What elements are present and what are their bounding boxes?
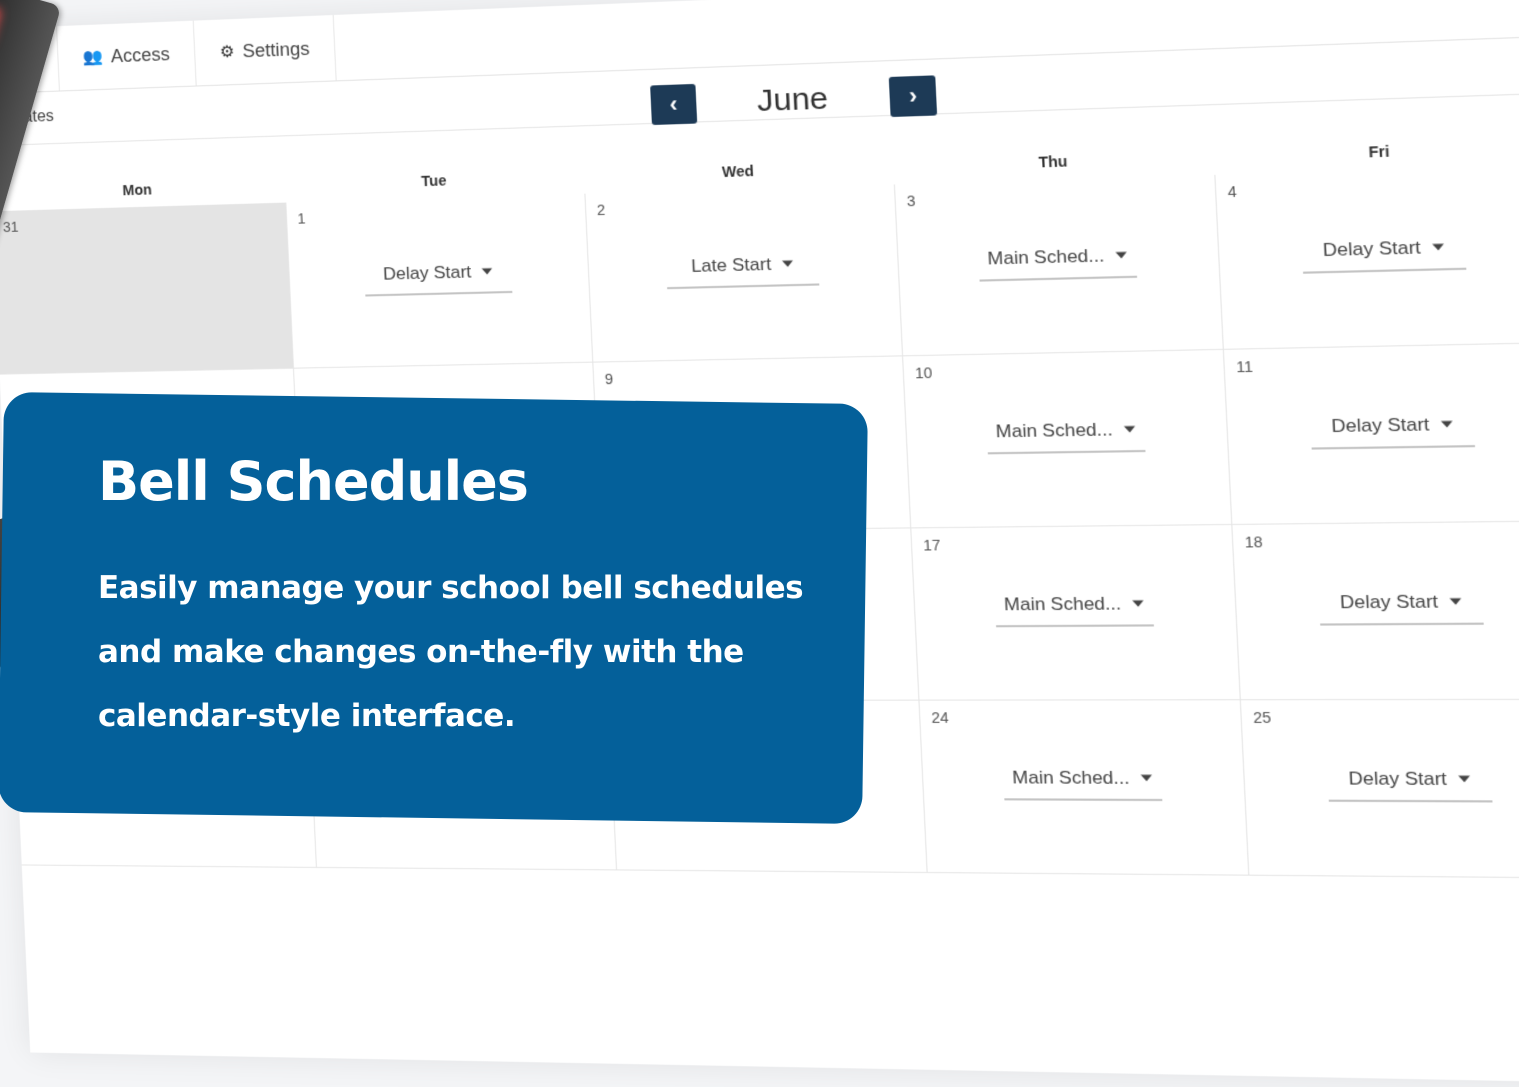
caret-down-icon bbox=[1140, 774, 1153, 782]
chevron-right-icon: › bbox=[908, 82, 918, 110]
schedule-label: Delay Start bbox=[382, 261, 472, 284]
tab-settings-label: Settings bbox=[242, 37, 311, 61]
schedule-dropdown[interactable]: Main Sched... bbox=[986, 418, 1146, 454]
schedule-dropdown[interactable]: Delay Start bbox=[1310, 412, 1476, 450]
calendar-day-cell[interactable]: 25 Delay Start bbox=[1240, 699, 1519, 879]
schedule-dropdown[interactable]: Main Sched... bbox=[994, 592, 1154, 627]
schedule-dropdown[interactable]: Delay Start bbox=[1301, 235, 1467, 274]
day-number: 4 bbox=[1227, 182, 1238, 201]
caret-down-icon bbox=[1123, 426, 1136, 433]
prev-month-button[interactable]: ‹ bbox=[650, 83, 698, 126]
calendar-day-cell[interactable]: 2 Late Start bbox=[585, 184, 904, 363]
schedule-dropdown[interactable]: Delay Start bbox=[1318, 590, 1484, 626]
day-number: 2 bbox=[596, 201, 606, 219]
caret-down-icon bbox=[1115, 251, 1128, 259]
calendar-day-cell[interactable]: 24 Main Sched... bbox=[919, 700, 1250, 876]
tab-settings[interactable]: ⚙ Settings bbox=[193, 14, 338, 86]
day-number: 17 bbox=[922, 536, 941, 554]
schedule-label: Main Sched... bbox=[995, 418, 1114, 442]
schedule-label: Delay Start bbox=[1348, 767, 1448, 789]
caret-down-icon bbox=[781, 260, 794, 268]
calendar-day-cell[interactable]: 18 Delay Start bbox=[1232, 521, 1519, 701]
schedule-label: Main Sched... bbox=[1003, 592, 1122, 614]
schedule-dropdown[interactable]: Main Sched... bbox=[978, 244, 1138, 282]
day-number: 25 bbox=[1252, 708, 1272, 727]
schedule-label: Late Start bbox=[690, 253, 772, 276]
caret-down-icon bbox=[481, 268, 493, 275]
caret-down-icon bbox=[1132, 600, 1144, 607]
schedule-label: Delay Start bbox=[1322, 236, 1422, 260]
schedule-dropdown[interactable]: Delay Start bbox=[1327, 767, 1493, 802]
schedule-dropdown[interactable]: Delay Start bbox=[363, 260, 513, 297]
users-icon: 👥 bbox=[82, 48, 104, 67]
status-light bbox=[0, 4, 2, 45]
schedule-label: Delay Start bbox=[1339, 590, 1439, 612]
calendar-day-cell[interactable]: 3 Main Sched... bbox=[894, 174, 1224, 357]
calendar-day-cell[interactable]: 10 Main Sched... bbox=[903, 349, 1233, 529]
gears-icon: ⚙ bbox=[219, 43, 235, 62]
schedule-dropdown[interactable]: Main Sched... bbox=[1002, 766, 1163, 801]
day-number: 11 bbox=[1235, 357, 1254, 376]
calendar-day-cell[interactable]: 11 Delay Start bbox=[1223, 343, 1519, 525]
schedule-label: Delay Start bbox=[1330, 413, 1430, 436]
feature-description: Easily manage your school bell schedules… bbox=[98, 570, 804, 734]
next-month-button[interactable]: › bbox=[888, 75, 938, 118]
calendar-day-cell[interactable]: 4 Delay Start bbox=[1215, 165, 1519, 350]
calendar-day-cell[interactable]: 1 Delay Start bbox=[286, 193, 594, 369]
month-title: June bbox=[756, 81, 829, 119]
day-number: 18 bbox=[1244, 533, 1264, 551]
caret-down-icon bbox=[1449, 598, 1462, 605]
tab-access[interactable]: 👥 Access bbox=[57, 20, 197, 91]
tab-access-label: Access bbox=[110, 43, 171, 66]
caret-down-icon bbox=[1440, 420, 1453, 428]
chevron-left-icon: ‹ bbox=[669, 90, 679, 118]
day-number: 31 bbox=[2, 218, 19, 236]
day-number: 9 bbox=[604, 370, 614, 388]
caret-down-icon bbox=[1458, 775, 1471, 783]
feature-title: Bell Schedules bbox=[98, 450, 529, 513]
schedule-dropdown[interactable]: Late Start bbox=[665, 252, 820, 289]
schedule-label: Main Sched... bbox=[986, 244, 1105, 269]
day-number: 1 bbox=[297, 210, 306, 227]
day-number: 24 bbox=[931, 709, 950, 727]
calendar-day-cell[interactable]: 17 Main Sched... bbox=[911, 524, 1241, 701]
calendar-day-cell[interactable]: 31 bbox=[0, 202, 294, 375]
day-number: 3 bbox=[906, 192, 916, 210]
day-number: 10 bbox=[914, 364, 933, 382]
caret-down-icon bbox=[1432, 243, 1445, 251]
schedule-label: Main Sched... bbox=[1011, 766, 1130, 788]
